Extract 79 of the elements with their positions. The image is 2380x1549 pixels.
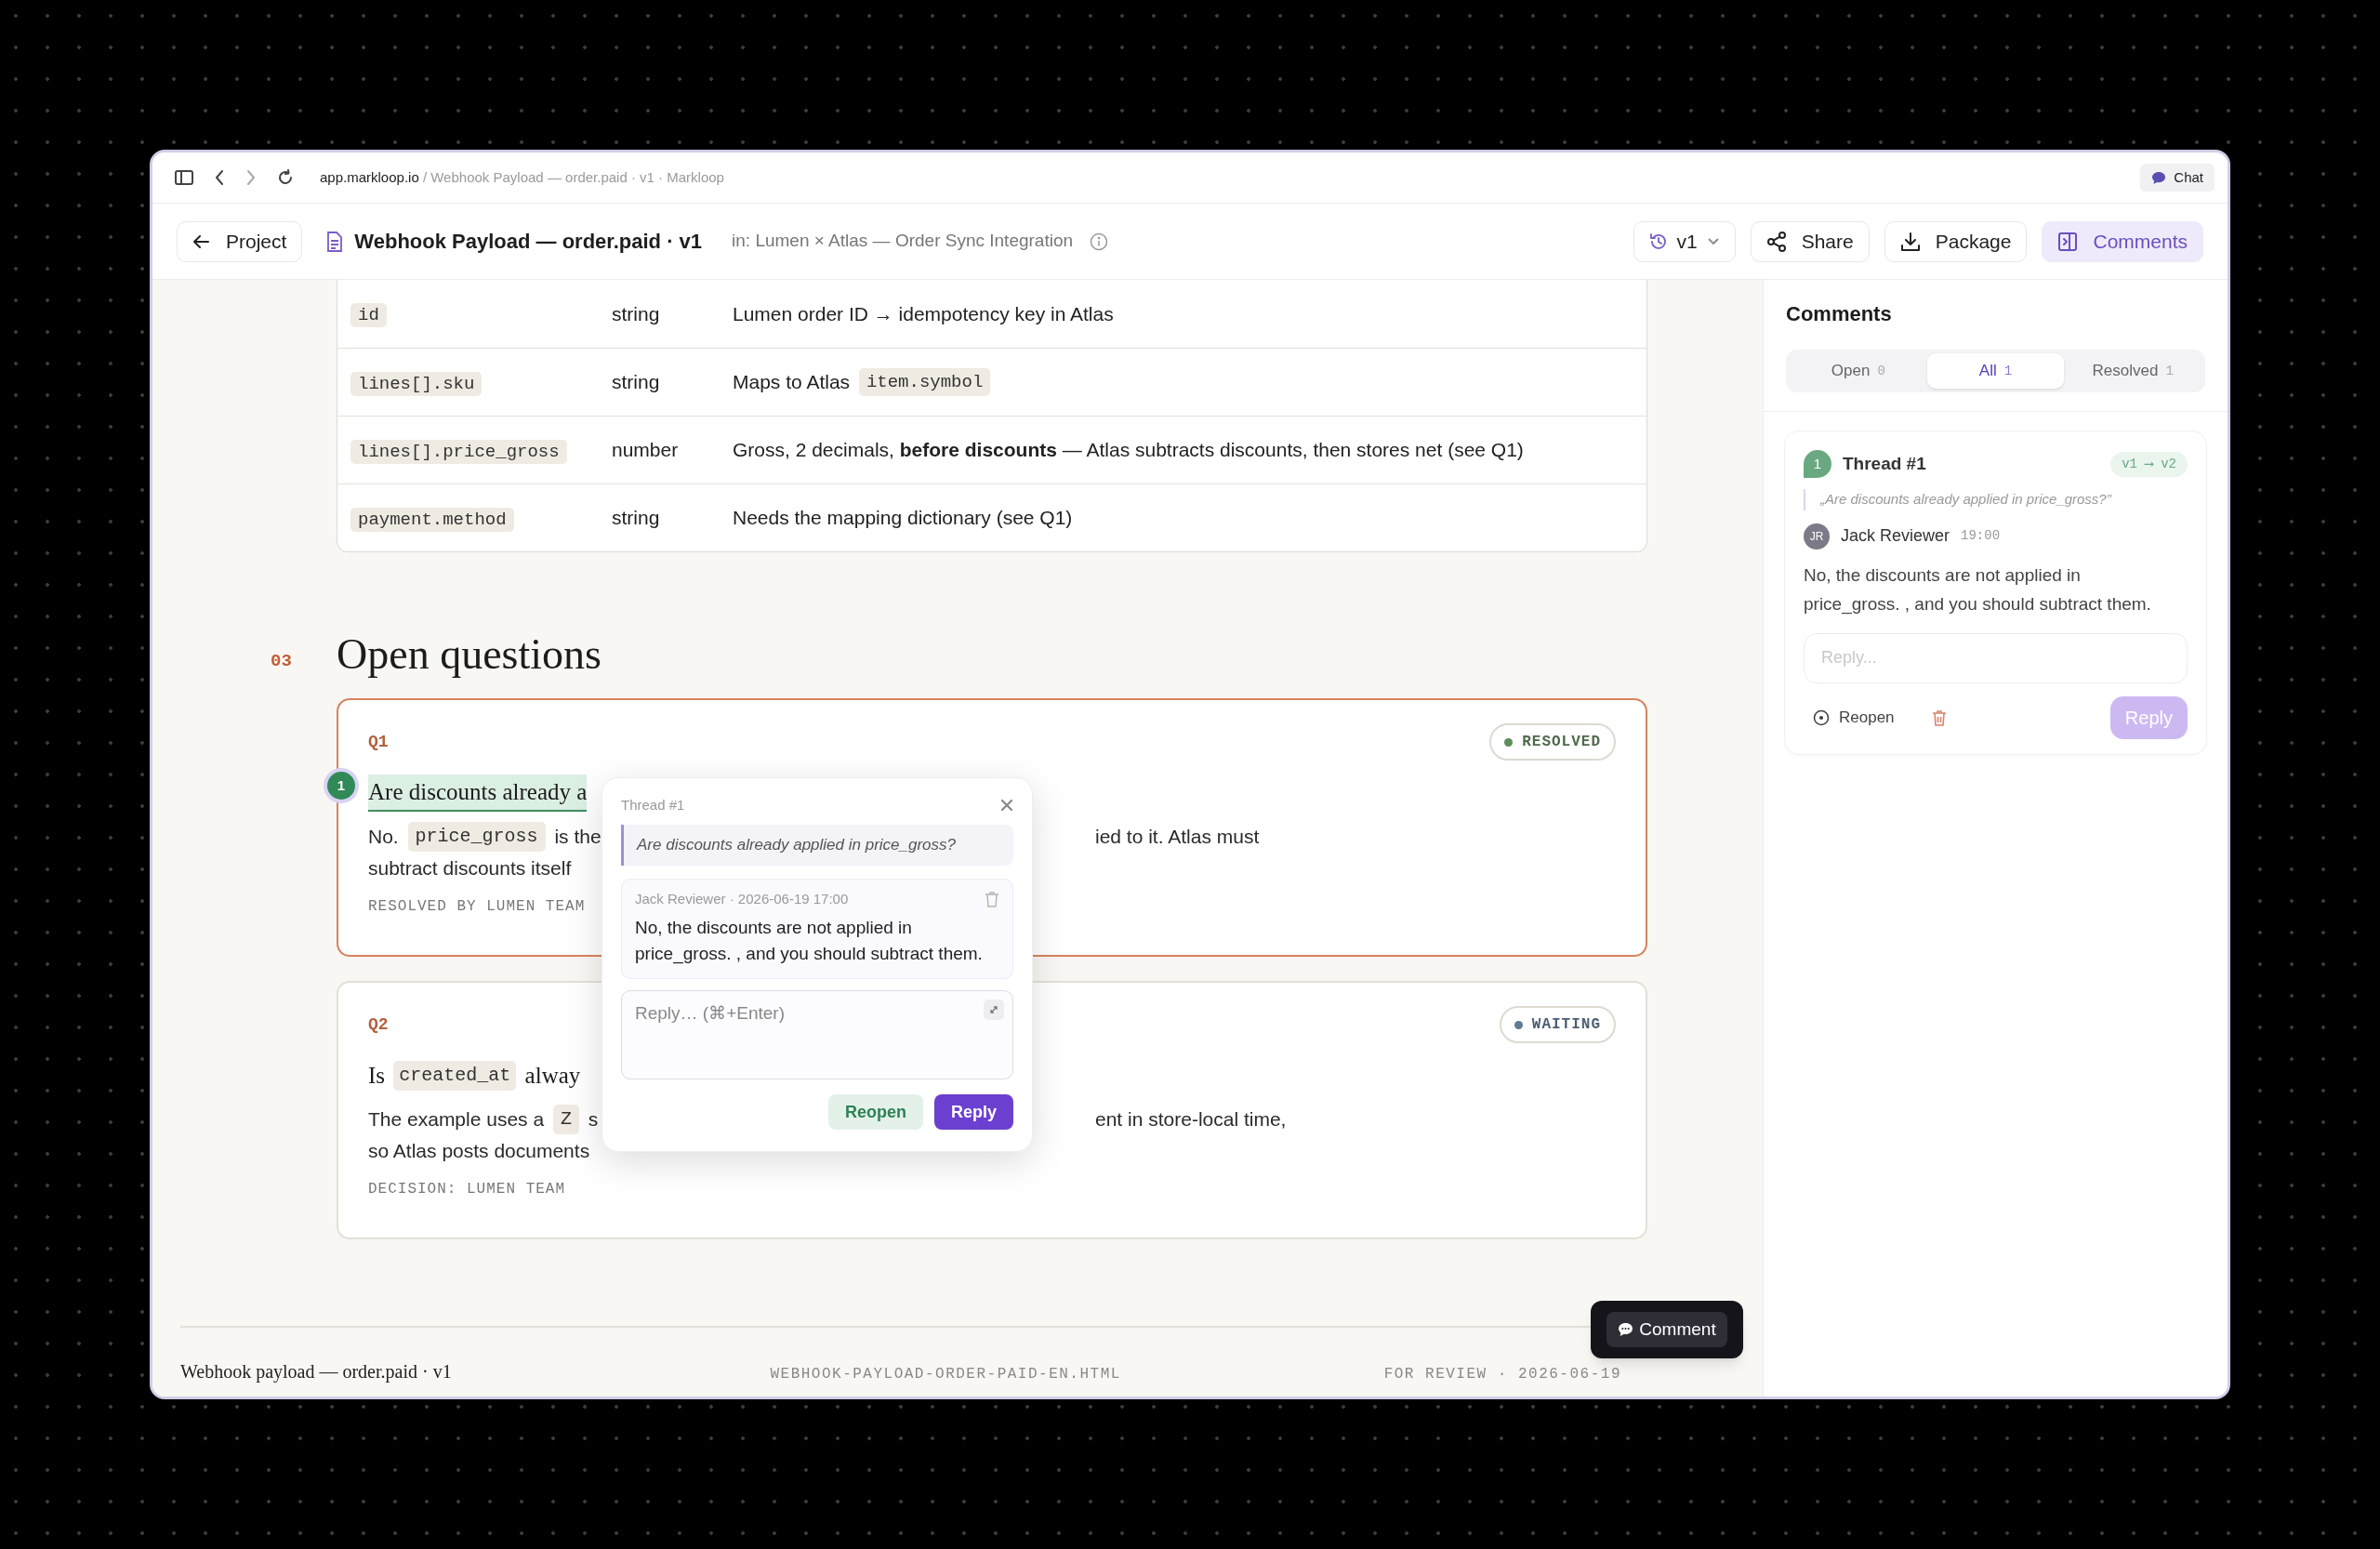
version-dropdown[interactable]: v1 — [1633, 220, 1736, 262]
reopen-button[interactable]: Reopen — [827, 1094, 923, 1130]
back-icon[interactable] — [214, 169, 225, 186]
panel-icon — [2057, 231, 2079, 252]
back-button[interactable]: Project — [177, 220, 303, 262]
field-type: string — [612, 507, 660, 529]
field-description: Gross, 2 decimals, before discounts — Atlas subtracts discounts, then stores net (see Q1) — [733, 438, 1524, 463]
comment-text: No, the discounts are not applied in price_gross. , and you should subtract them. — [1804, 563, 2152, 616]
reload-icon[interactable] — [277, 169, 294, 186]
filter-tab[interactable]: Open 0 — [1790, 353, 1927, 389]
version-badge: v1 ⟶ v2 — [2110, 451, 2188, 477]
comments-button[interactable]: Comments — [2042, 220, 2203, 262]
question-footer: DECISION: LUMEN TEAM — [368, 1178, 566, 1200]
field-name: id — [350, 303, 387, 328]
comment-button[interactable]: Comment — [1606, 1312, 1727, 1347]
answer-text: subtract discounts itself — [368, 856, 573, 881]
answer-text: so Atlas posts documents — [368, 1139, 591, 1164]
download-icon — [1899, 231, 1921, 252]
share-icon — [1765, 231, 1787, 252]
chevron-down-icon — [1706, 236, 1720, 246]
footer-title: Webhook payload — order.paid · v1 — [180, 1360, 452, 1384]
filter-tab[interactable]: All 1 — [1926, 353, 2065, 389]
expand-icon[interactable] — [984, 1000, 1004, 1020]
chat-bubble-icon — [1618, 1322, 1634, 1337]
section-heading: Open questions — [337, 633, 602, 676]
author-name: Jack Reviewer — [1841, 525, 1950, 547]
comment-text: No, the discounts are not applied in price_gross. , and you should subtract them. — [635, 917, 984, 966]
share-button[interactable]: Share — [1750, 220, 1870, 262]
footer-filename: WEBHOOK-PAYLOAD-ORDER-PAID-EN.HTML — [770, 1365, 1121, 1384]
reply-button: Reply — [2109, 695, 2188, 739]
quoted-text: Are discounts already applied in price_gross? — [621, 825, 1013, 866]
reopen-button[interactable]: Reopen — [1804, 698, 1904, 736]
comment-time: 19:00 — [1961, 527, 2001, 545]
trash-icon[interactable] — [1931, 708, 1947, 726]
document-title: Webhook Payload — order.paid · v1 — [354, 229, 703, 255]
avatar: JR — [1804, 523, 1830, 549]
arrow-left-icon — [192, 233, 209, 249]
question-label: Q2 — [368, 1013, 389, 1036]
field-description: Lumen order ID → idempotency key in Atlas — [733, 301, 1114, 326]
question-title: Is created_at alway — [368, 1060, 581, 1092]
forward-icon[interactable] — [245, 169, 257, 186]
status-badge: RESOLVED — [1489, 723, 1616, 761]
thread-number: 1 — [1804, 450, 1831, 478]
package-button[interactable]: Package — [1884, 220, 2028, 262]
project-context: in: Lumen × Atlas — Order Sync Integration — [732, 230, 1074, 253]
field-type: number — [612, 439, 679, 461]
comment-meta: Jack Reviewer · 2026-06-19 17:00 — [635, 889, 849, 908]
panel-title: Comments — [1786, 301, 1893, 327]
field-type: string — [612, 371, 660, 393]
reply-button[interactable]: Reply — [933, 1094, 1013, 1130]
sidebar-toggle-icon[interactable] — [175, 170, 193, 185]
chat-button[interactable]: Chat — [2140, 164, 2215, 192]
section-number: 03 — [271, 649, 292, 673]
question-title: Are discounts already a — [368, 774, 588, 812]
history-icon — [1648, 232, 1668, 251]
close-icon[interactable] — [1000, 799, 1013, 812]
field-type: string — [612, 302, 660, 324]
address-bar[interactable]: app.markloop.io / Webhook Payload — order.paid · v1 · Markloop — [320, 166, 724, 189]
document-icon — [326, 231, 344, 252]
popup-title: Thread #1 — [621, 795, 685, 814]
circle-dot-icon — [1813, 708, 1830, 726]
field-name: lines[].price_gross — [350, 439, 567, 464]
filter-tab[interactable]: Resolved 1 — [2064, 353, 2202, 389]
quoted-text: „Are discounts already applied in price_gross?” — [1804, 489, 2188, 510]
question-label: Q1 — [368, 731, 389, 753]
field-name: lines[].sku — [350, 371, 483, 396]
trash-icon[interactable] — [985, 890, 999, 907]
info-icon[interactable] — [1090, 232, 1109, 251]
status-badge: WAITING — [1499, 1006, 1616, 1043]
answer-text: ied to it. Atlas must — [1095, 825, 1260, 850]
thread-title: Thread #1 — [1843, 452, 1926, 475]
footer-status: FOR REVIEW · 2026-06-19 — [1383, 1365, 1621, 1384]
question-footer: RESOLVED BY LUMEN TEAM — [368, 895, 586, 918]
field-name: payment.method — [350, 507, 514, 532]
thread-badge[interactable]: 1 — [327, 772, 355, 800]
field-description: Needs the mapping dictionary (see Q1) — [733, 506, 1073, 531]
chat-bubble-icon — [2151, 170, 2167, 185]
reply-field[interactable]: Reply… (⌘+Enter) — [621, 990, 1013, 1079]
answer-text: ent in store-local time, — [1095, 1107, 1287, 1132]
